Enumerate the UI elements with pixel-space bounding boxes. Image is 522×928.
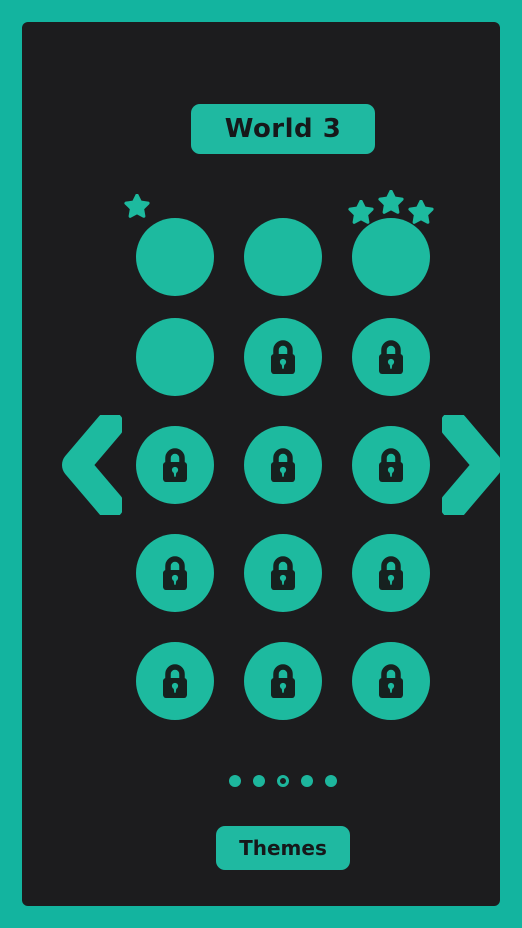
star-icon — [124, 194, 150, 220]
prev-world-button[interactable] — [60, 415, 122, 515]
level-button-2[interactable] — [244, 218, 322, 296]
level-button-5[interactable] — [244, 318, 322, 396]
lock-icon — [158, 661, 192, 701]
level-button-10[interactable] — [136, 534, 214, 612]
star-icon — [408, 200, 434, 226]
level-circle — [352, 218, 430, 296]
level-button-7[interactable] — [136, 426, 214, 504]
level-button-1[interactable] — [124, 194, 214, 296]
pager-dot-4[interactable] — [301, 775, 313, 787]
level-button-6[interactable] — [352, 318, 430, 396]
themes-button-label: Themes — [239, 836, 327, 860]
level-circle — [136, 318, 214, 396]
pager-dot-3[interactable] — [277, 775, 289, 787]
lock-icon — [158, 445, 192, 485]
lock-icon — [374, 337, 408, 377]
level-button-3[interactable] — [348, 190, 434, 296]
next-world-button[interactable] — [442, 415, 500, 515]
world-pager[interactable] — [22, 775, 500, 787]
chevron-left-icon — [60, 415, 122, 515]
level-button-8[interactable] — [244, 426, 322, 504]
star-icon — [348, 200, 374, 226]
level-button-14[interactable] — [244, 642, 322, 720]
level-circle — [136, 218, 214, 296]
lock-icon — [374, 553, 408, 593]
pager-dot-1[interactable] — [229, 775, 241, 787]
lock-icon — [266, 445, 300, 485]
lock-icon — [266, 553, 300, 593]
level-select-panel: World 3 Themes — [22, 22, 500, 906]
star-icon — [378, 190, 404, 216]
level-button-4[interactable] — [136, 318, 214, 396]
level-button-9[interactable] — [352, 426, 430, 504]
lock-icon — [158, 553, 192, 593]
pager-dot-5[interactable] — [325, 775, 337, 787]
game-screen: World 3 Themes — [0, 0, 522, 928]
lock-icon — [374, 661, 408, 701]
chevron-right-icon — [442, 415, 500, 515]
level-button-11[interactable] — [244, 534, 322, 612]
themes-button[interactable]: Themes — [216, 826, 350, 870]
lock-icon — [374, 445, 408, 485]
level-button-12[interactable] — [352, 534, 430, 612]
lock-icon — [266, 661, 300, 701]
pager-dot-2[interactable] — [253, 775, 265, 787]
lock-icon — [266, 337, 300, 377]
level-circle — [244, 218, 322, 296]
level-button-13[interactable] — [136, 642, 214, 720]
level-button-15[interactable] — [352, 642, 430, 720]
